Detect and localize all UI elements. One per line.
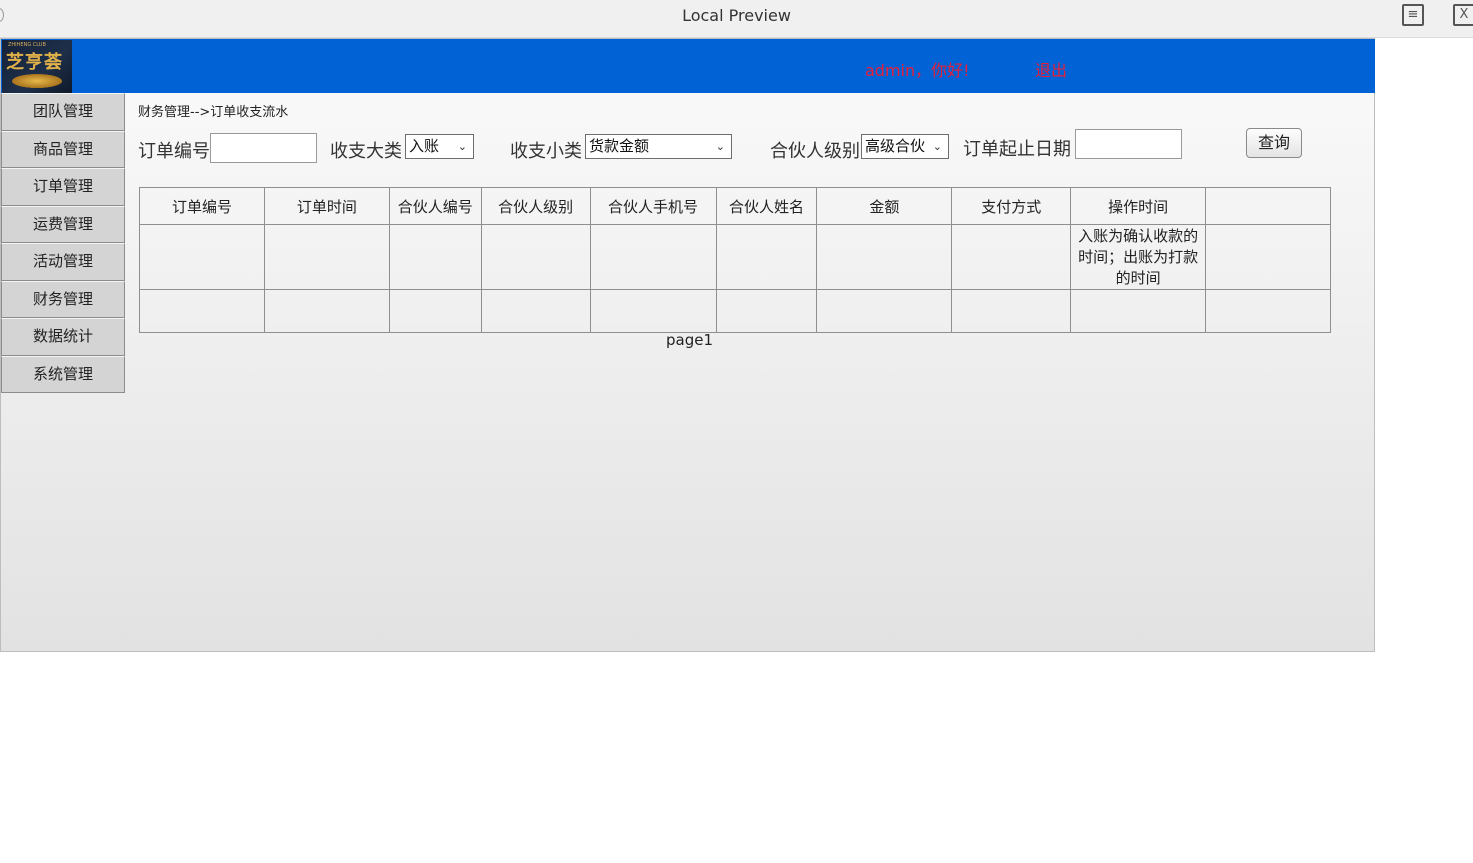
table-cell	[715, 289, 818, 333]
sidebar-item-orders[interactable]: 订单管理	[1, 168, 125, 206]
table-cell	[816, 224, 953, 290]
partner-level-label: 合伙人级别	[770, 141, 860, 162]
table-cell	[480, 224, 591, 290]
subcategory-label: 收支小类	[510, 141, 582, 162]
query-button[interactable]: 查询	[1246, 128, 1302, 158]
table-cell	[1205, 224, 1331, 290]
sidebar-menu: 团队管理 商品管理 订单管理 运费管理 活动管理 财务管理 数据统计 系统管理	[1, 93, 125, 393]
order-no-input[interactable]	[210, 133, 317, 163]
table-cell	[1070, 289, 1207, 333]
sidebar-item-statistics[interactable]: 数据统计	[1, 318, 125, 356]
partner-level-value: 高级合伙	[865, 137, 926, 155]
sidebar-item-activities[interactable]: 活动管理	[1, 243, 125, 281]
finance-table: 订单编号 订单时间 合伙人编号 合伙人级别 合伙人手机号 合伙人姓名 金额 支付…	[139, 187, 1331, 333]
table-cell	[388, 224, 482, 290]
column-header: 合伙人编号	[388, 187, 482, 225]
operation-time-note: 入账为确认收款的时间；出账为打款的时间	[1070, 224, 1207, 290]
chevron-down-icon: ⌄	[457, 140, 467, 153]
column-header: 合伙人级别	[480, 187, 591, 225]
table-cell	[951, 289, 1072, 333]
column-header: 操作时间	[1070, 187, 1207, 225]
table-cell	[816, 289, 953, 333]
top-header: ZHIHENG CLUB 芝亨荟 admin，你好! 退出	[1, 39, 1375, 93]
sidebar-item-finance[interactable]: 财务管理	[1, 280, 125, 318]
table-cell	[263, 224, 390, 290]
column-header: 合伙人手机号	[589, 187, 717, 225]
table-cell	[139, 224, 265, 290]
brand-logo: ZHIHENG CLUB 芝亨荟	[2, 40, 72, 93]
table-cell	[480, 289, 591, 333]
table-cell	[951, 224, 1072, 290]
column-header: 合伙人姓名	[715, 187, 818, 225]
column-header: 订单时间	[263, 187, 390, 225]
column-header: 支付方式	[951, 187, 1072, 225]
close-icon[interactable]: X	[1453, 4, 1473, 26]
sidebar-item-products[interactable]: 商品管理	[1, 130, 125, 168]
date-label: 订单起止日期	[963, 139, 1071, 160]
date-input[interactable]	[1075, 129, 1182, 159]
breadcrumb: 财务管理-->订单收支流水	[138, 105, 289, 120]
table-cell	[388, 289, 482, 333]
sidebar-item-system[interactable]: 系统管理	[1, 355, 125, 393]
logo-ornament-icon	[12, 74, 62, 88]
chevron-down-icon: ⌄	[932, 140, 942, 153]
chevron-down-icon: ⌄	[715, 140, 725, 153]
partner-level-select[interactable]: 高级合伙 ⌄	[861, 134, 949, 159]
subcategory-value: 货款金额	[589, 137, 650, 155]
table-header-row: 订单编号 订单时间 合伙人编号 合伙人级别 合伙人手机号 合伙人姓名 金额 支付…	[139, 187, 1331, 225]
category-label: 收支大类	[330, 141, 402, 162]
order-no-label: 订单编号	[138, 141, 210, 162]
user-greeting: admin，你好!	[865, 61, 970, 80]
window-titlebar: Local Preview ≡ X	[0, 0, 1473, 38]
sidebar-item-shipping[interactable]: 运费管理	[1, 205, 125, 243]
window-title: Local Preview	[682, 6, 791, 25]
category-value: 入账	[409, 137, 440, 155]
category-select[interactable]: 入账 ⌄	[405, 134, 474, 159]
table-cell	[589, 289, 717, 333]
table-cell	[589, 224, 717, 290]
table-row: 入账为确认收款的时间；出账为打款的时间	[139, 224, 1331, 290]
table-cell	[1205, 289, 1331, 333]
column-header: 金额	[816, 187, 953, 225]
column-header: 订单编号	[139, 187, 265, 225]
logout-link[interactable]: 退出	[1035, 57, 1067, 81]
table-cell	[263, 289, 390, 333]
app-frame: ZHIHENG CLUB 芝亨荟 admin，你好! 退出 团队管理 商品管理 …	[0, 38, 1375, 652]
table-cell	[715, 224, 818, 290]
sidebar-item-team[interactable]: 团队管理	[1, 93, 125, 131]
reader-icon[interactable]: ≡	[1402, 4, 1424, 26]
table-row	[139, 289, 1331, 333]
table-cell	[139, 289, 265, 333]
logo-text: 芝亨荟	[6, 52, 63, 73]
pagination-label[interactable]: page1	[666, 331, 713, 349]
subcategory-select[interactable]: 货款金额 ⌄	[585, 134, 732, 159]
column-header	[1205, 187, 1331, 225]
